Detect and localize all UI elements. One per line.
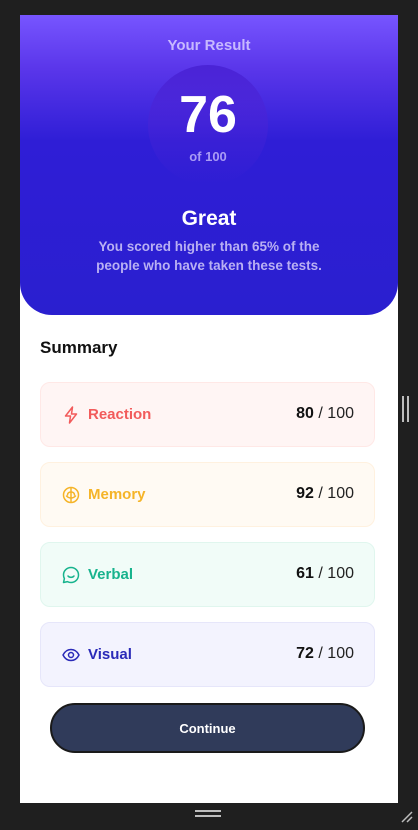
summary-item-label: Verbal bbox=[88, 566, 134, 583]
summary-item-score: 92 / 100 bbox=[296, 485, 354, 502]
resize-handle-right[interactable] bbox=[402, 396, 410, 422]
summary-item-score-value: 80 bbox=[296, 405, 314, 422]
resize-corner-icon[interactable] bbox=[398, 808, 414, 824]
summary-item-memory: Memory 92 / 100 bbox=[40, 462, 375, 527]
score-max: of 100 bbox=[189, 149, 227, 164]
resize-handle-bottom[interactable] bbox=[195, 810, 221, 818]
summary-title: Summary bbox=[40, 338, 118, 357]
summary-item-label: Memory bbox=[88, 486, 146, 503]
summary-item-verbal: Verbal 61 / 100 bbox=[40, 542, 375, 607]
summary-item-score-max: 100 bbox=[327, 565, 354, 582]
app-viewport: Your Result 76 of 100 Great You scored h… bbox=[20, 15, 398, 803]
result-heading: Your Result bbox=[167, 37, 251, 54]
summary-item-reaction: Reaction 80 / 100 bbox=[40, 382, 375, 447]
summary-item-score: 72 / 100 bbox=[296, 645, 354, 662]
summary-item-score: 80 / 100 bbox=[296, 405, 354, 422]
summary-item-score-value: 61 bbox=[296, 565, 314, 582]
continue-button[interactable]: Continue bbox=[50, 703, 365, 753]
summary-item-label: Reaction bbox=[88, 406, 152, 423]
result-panel: Your Result 76 of 100 Great You scored h… bbox=[20, 15, 398, 315]
result-title: Great bbox=[181, 207, 237, 230]
summary-item-visual: Visual 72 / 100 bbox=[40, 622, 375, 687]
summary-item-score-max: 100 bbox=[327, 645, 354, 662]
summary-item-score-value: 72 bbox=[296, 645, 314, 662]
chat-bubble-icon bbox=[61, 565, 81, 585]
summary-item-score-max: 100 bbox=[327, 485, 354, 502]
result-description: You scored higher than 65% of the people… bbox=[96, 239, 322, 273]
summary-item-score: 61 / 100 bbox=[296, 565, 354, 582]
summary-item-score-value: 92 bbox=[296, 485, 314, 502]
score-value: 76 bbox=[179, 86, 237, 144]
lightning-icon bbox=[61, 405, 81, 425]
brain-icon bbox=[61, 485, 81, 505]
summary-item-label: Visual bbox=[88, 646, 132, 663]
summary-item-score-max: 100 bbox=[327, 405, 354, 422]
score-circle: 76 of 100 bbox=[148, 65, 268, 185]
eye-icon bbox=[61, 645, 81, 665]
